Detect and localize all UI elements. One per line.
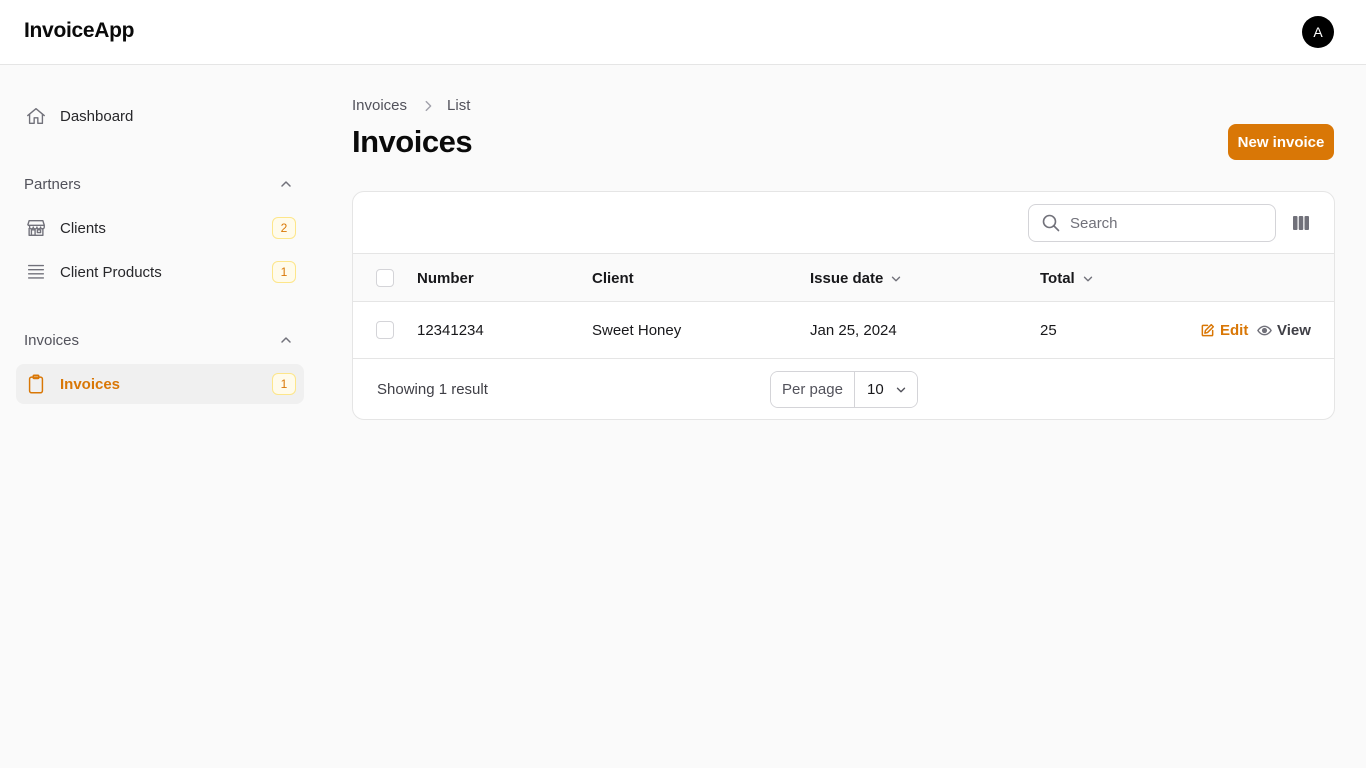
cell-issue-date: Jan 25, 2024: [810, 322, 897, 339]
cell-client: Sweet Honey: [592, 322, 682, 339]
invoices-table-card: Number Client Issue date Total 12341234 …: [352, 191, 1335, 420]
sidebar-item-clients[interactable]: Clients 2: [16, 208, 304, 248]
table-header: Number Client Issue date Total: [353, 253, 1334, 302]
search-box[interactable]: [1028, 204, 1276, 242]
select-all-checkbox[interactable]: [376, 269, 394, 287]
user-avatar[interactable]: A: [1302, 16, 1334, 48]
count-badge: 1: [272, 261, 296, 283]
sidebar-item-client-products[interactable]: Client Products 1: [16, 252, 304, 292]
app-brand[interactable]: InvoiceApp: [24, 19, 134, 43]
chevron-down-icon: [892, 276, 901, 281]
breadcrumb: Invoices List: [352, 97, 470, 114]
per-page-select[interactable]: 10: [855, 372, 917, 407]
chevron-up-icon[interactable]: [278, 332, 294, 348]
column-label: Total: [1040, 270, 1075, 287]
sidebar-item-label: Clients: [60, 219, 106, 237]
list-icon: [24, 260, 48, 284]
cell-number: 12341234: [417, 322, 484, 339]
column-header-number: Number: [417, 270, 474, 287]
results-count: Showing 1 result: [377, 381, 488, 398]
column-label: Number: [417, 270, 474, 287]
new-invoice-button[interactable]: New invoice: [1228, 124, 1334, 160]
sidebar: Dashboard Partners Clients 2 Client Prod…: [0, 65, 320, 768]
columns-toggle-icon[interactable]: [1291, 213, 1311, 233]
page-title: Invoices: [352, 124, 473, 159]
edit-button[interactable]: Edit: [1200, 322, 1248, 339]
chevron-down-icon: [896, 387, 905, 392]
column-header-issue-date[interactable]: Issue date: [810, 270, 903, 287]
column-header-total[interactable]: Total: [1040, 270, 1095, 287]
search-input[interactable]: [1070, 214, 1250, 232]
sidebar-item-dashboard[interactable]: Dashboard: [16, 96, 304, 136]
chevron-down-icon: [1083, 276, 1092, 281]
sidebar-item-label: Invoices: [60, 375, 121, 393]
breadcrumb-current: List: [447, 97, 471, 114]
column-header-client: Client: [592, 270, 634, 287]
view-button[interactable]: View: [1257, 322, 1311, 339]
view-label: View: [1277, 322, 1311, 339]
table-row[interactable]: 12341234 Sweet Honey Jan 25, 2024 25 Edi…: [353, 302, 1334, 359]
chevron-right-icon: [421, 99, 435, 113]
per-page-value: 10: [867, 381, 884, 398]
edit-icon: [1201, 323, 1215, 337]
store-icon: [24, 216, 48, 240]
count-badge: 2: [272, 217, 296, 239]
edit-label: Edit: [1220, 322, 1249, 339]
top-bar: InvoiceApp A: [0, 0, 1366, 65]
search-icon: [1042, 214, 1060, 232]
row-checkbox[interactable]: [376, 321, 394, 339]
column-label: Issue date: [810, 270, 884, 287]
sidebar-item-invoices[interactable]: Invoices 1: [16, 364, 304, 404]
per-page-control: Per page 10: [770, 371, 918, 408]
per-page-label: Per page: [771, 372, 855, 407]
sidebar-group-partners: Partners: [24, 176, 81, 193]
breadcrumb-parent[interactable]: Invoices: [352, 97, 407, 114]
sidebar-item-label: Client Products: [60, 263, 162, 281]
sidebar-group-invoices: Invoices: [24, 332, 80, 349]
clipboard-icon: [24, 372, 48, 396]
eye-icon: [1257, 325, 1272, 336]
count-badge: 1: [272, 373, 296, 395]
cell-total: 25: [1040, 322, 1057, 339]
chevron-up-icon[interactable]: [278, 176, 294, 192]
column-label: Client: [592, 270, 634, 287]
sidebar-item-label: Dashboard: [60, 107, 134, 125]
home-icon: [24, 104, 48, 128]
